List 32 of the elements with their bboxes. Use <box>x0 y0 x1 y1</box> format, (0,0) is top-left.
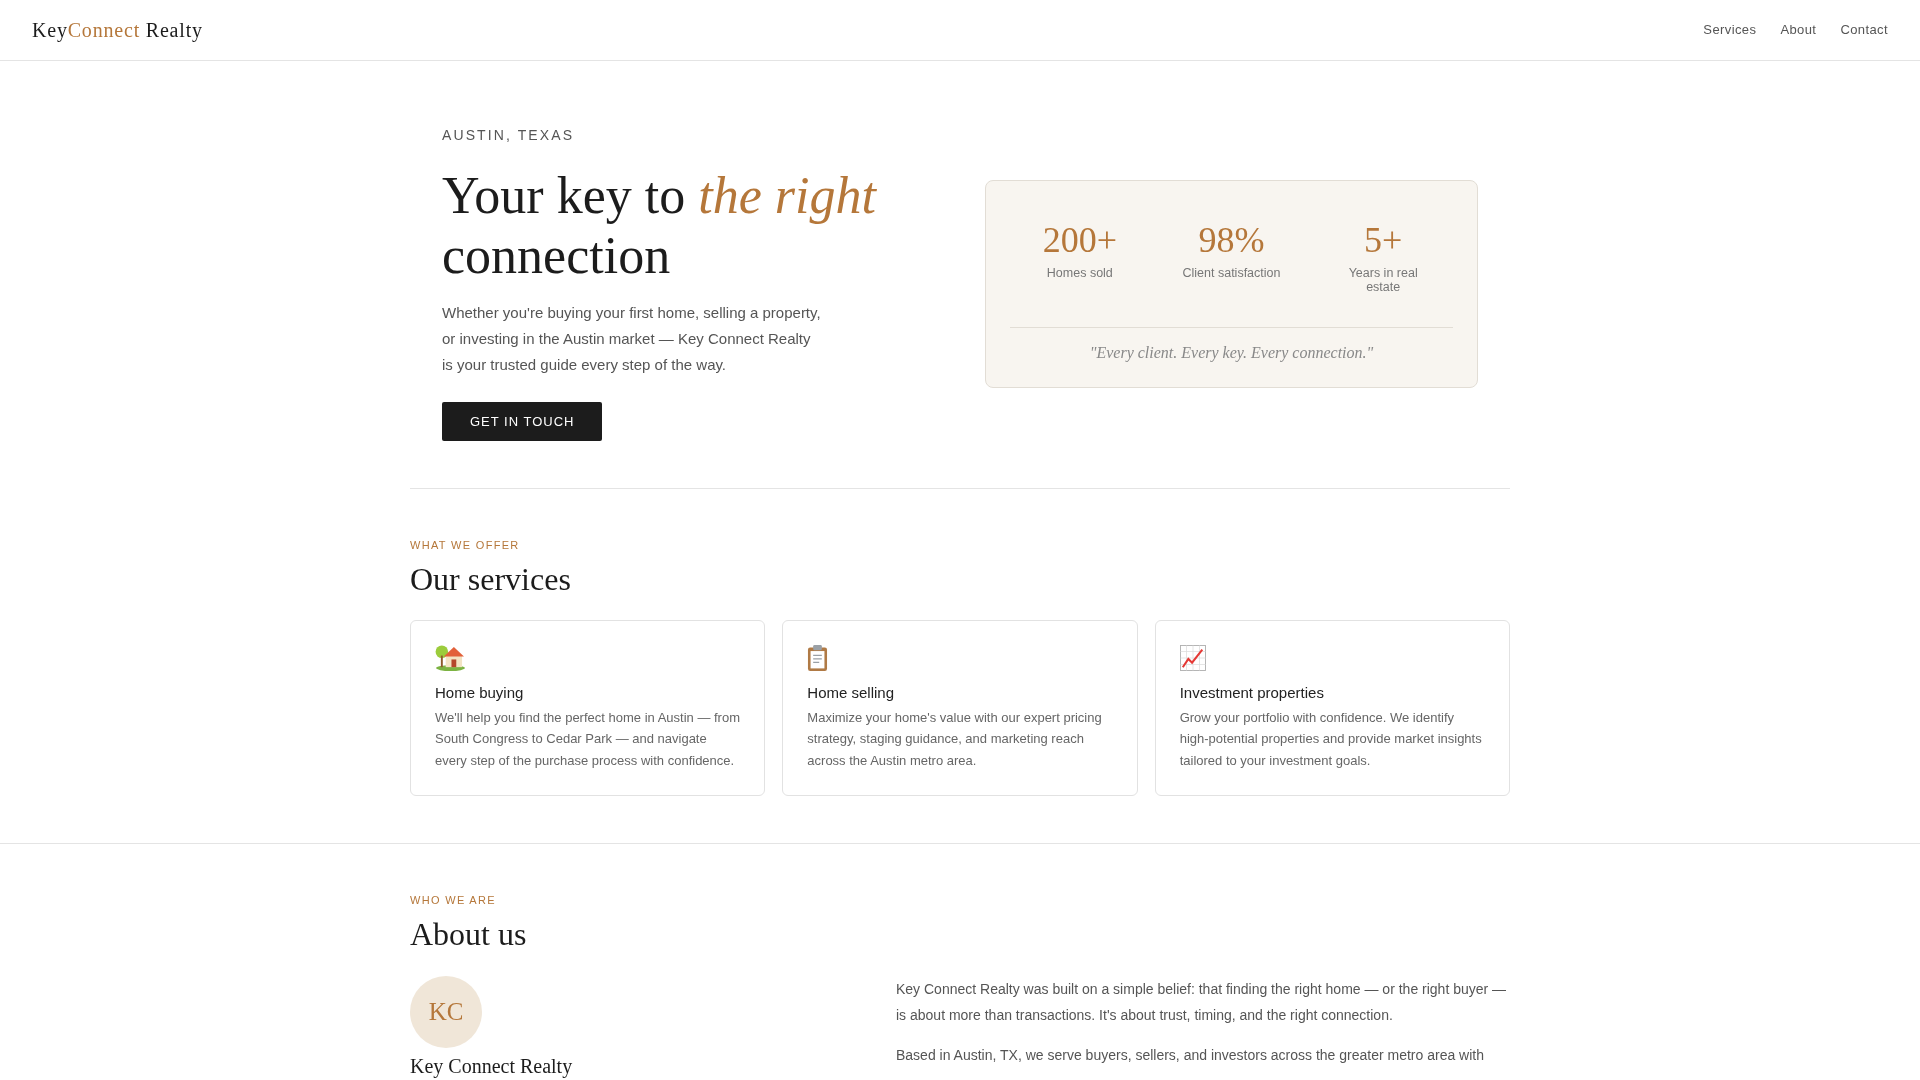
logo-link[interactable]: KeyConnect Realty <box>32 18 203 42</box>
stat-value: 98% <box>1197 221 1266 261</box>
get-in-touch-button[interactable]: GET IN TOUCH <box>442 402 603 441</box>
nav-link[interactable]: Services <box>1703 22 1757 38</box>
service-title: Investment properties <box>1179 683 1325 703</box>
clipboard-icon <box>807 645 829 672</box>
hero-text: Whether you're buying your first home, selling a property, or investing in the Austin market — Key Connect Realty is your trusted guide every step of the way. <box>442 303 822 375</box>
hero-heading: Your key to the right connection <box>442 166 878 286</box>
monogram-avatar: KC <box>410 975 482 1048</box>
company-name: Key Connect Realty <box>410 1053 574 1078</box>
house-icon <box>435 645 466 672</box>
nav-link[interactable]: Contact <box>1840 22 1888 38</box>
about-text: Key Connect Realty was built on a simple belief: that finding the right home — or the right buyer — is about more than transactions. It's about trust, timing, and the right connection. <box>896 979 1508 1025</box>
stat-label: Years in real estate <box>1347 265 1419 294</box>
section-eyebrow: WHO WE ARE <box>410 894 497 908</box>
about-text: Based in Austin, TX, we serve buyers, sellers, and investors across the greater metro area with <box>896 1045 1485 1065</box>
nav-link[interactable]: About <box>1780 22 1817 38</box>
stat-label: Client satisfaction <box>1181 265 1282 280</box>
section-title: About us <box>410 915 528 954</box>
section-eyebrow: WHAT WE OFFER <box>410 539 521 552</box>
service-text: Maximize your home's value with our expert pricing strategy, staging guidance, and marketing reach across the Austin metro area. <box>807 708 1103 770</box>
service-text: We'll help you find the perfect home in Austin — from South Congress to Cedar Park — and navigate every step of the purchase process with confidence. <box>435 708 741 770</box>
quote-text: "Every client. Every key. Every connection." <box>1010 326 1453 365</box>
chart-icon <box>1179 645 1206 672</box>
location-label: AUSTIN, TEXAS <box>442 127 576 144</box>
stat-value: 5+ <box>1363 221 1404 261</box>
service-text: Grow your portfolio with confidence. We identify high-potential properties and provide market insights tailored to your investment goals. <box>1179 708 1483 770</box>
stat-label: Homes sold <box>1045 265 1114 280</box>
section-title: Our services <box>410 560 572 599</box>
service-title: Home selling <box>807 683 896 703</box>
service-title: Home buying <box>435 683 525 703</box>
stat-value: 200+ <box>1041 221 1118 261</box>
